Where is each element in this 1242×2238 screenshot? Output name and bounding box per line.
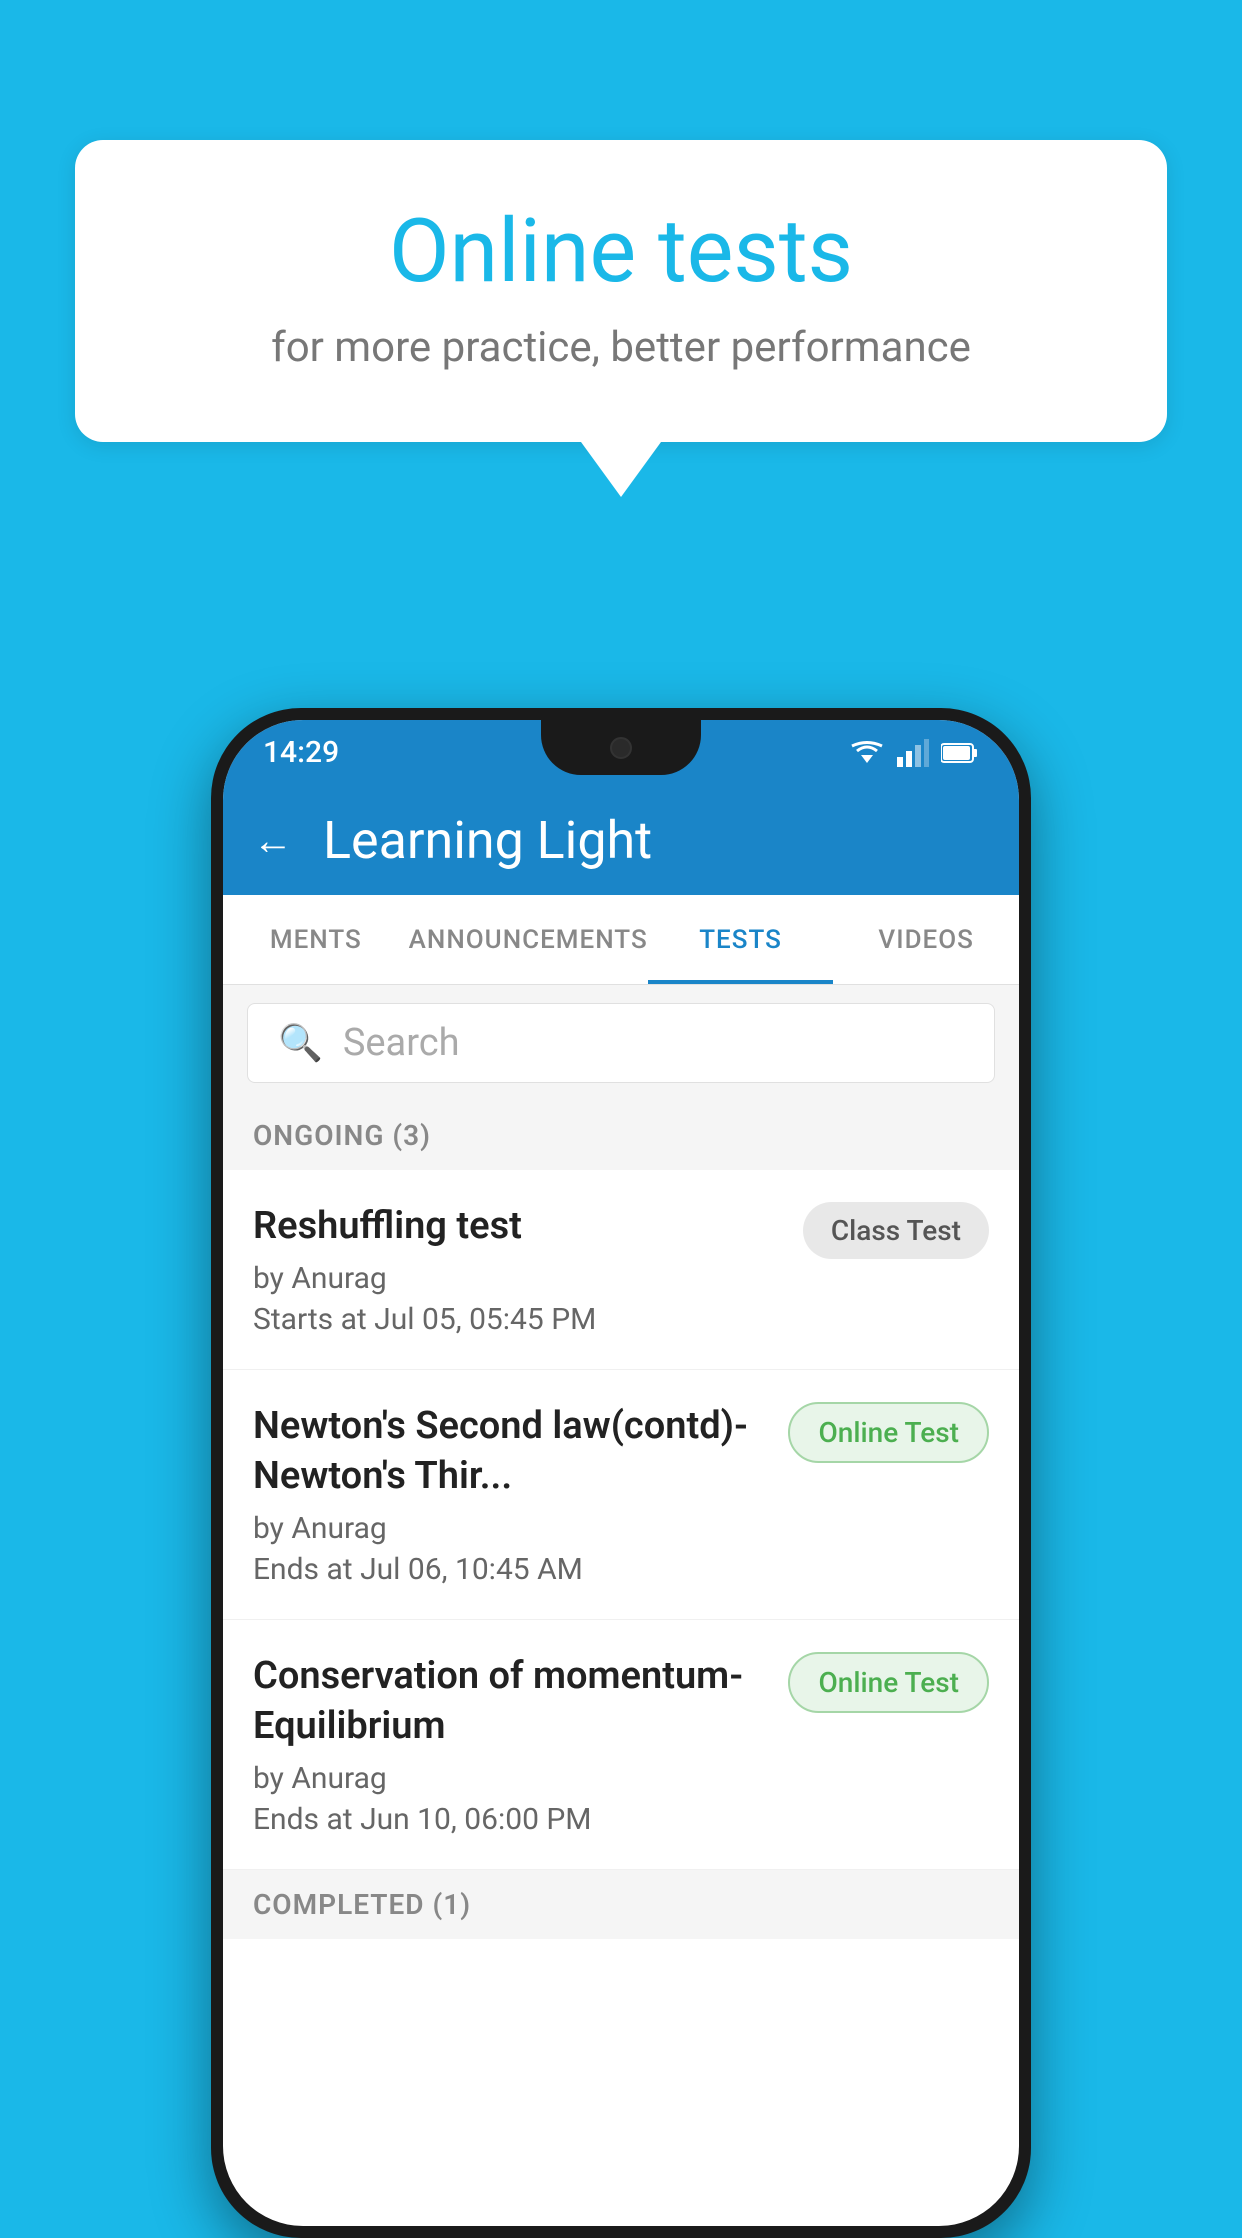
tabs-bar: MENTS ANNOUNCEMENTS TESTS VIDEOS [223, 895, 1019, 985]
speech-bubble: Online tests for more practice, better p… [75, 140, 1167, 442]
wifi-icon [849, 739, 885, 767]
status-time: 14:29 [263, 735, 339, 770]
test-time: Starts at Jul 05, 05:45 PM [253, 1302, 783, 1337]
status-bar: 14:29 [223, 720, 1019, 785]
search-placeholder: Search [343, 1021, 460, 1065]
phone-inner: 14:29 [223, 720, 1019, 2226]
test-item-left: Conservation of momentum-Equilibrium by … [253, 1652, 788, 1837]
tab-announcements[interactable]: ANNOUNCEMENTS [409, 895, 648, 984]
test-item[interactable]: Newton's Second law(contd)-Newton's Thir… [223, 1370, 1019, 1620]
search-container: 🔍 Search [223, 985, 1019, 1101]
tab-ments[interactable]: MENTS [223, 895, 409, 984]
test-item[interactable]: Reshuffling test by Anurag Starts at Jul… [223, 1170, 1019, 1370]
completed-section-label: COMPLETED (1) [223, 1870, 1019, 1939]
test-time: Ends at Jun 10, 06:00 PM [253, 1802, 768, 1837]
search-bar[interactable]: 🔍 Search [247, 1003, 995, 1083]
status-icons [849, 739, 979, 767]
test-item-left: Reshuffling test by Anurag Starts at Jul… [253, 1202, 803, 1337]
test-author: by Anurag [253, 1261, 783, 1296]
tab-videos[interactable]: VIDEOS [833, 895, 1019, 984]
test-badge-class: Class Test [803, 1202, 989, 1259]
signal-icon [897, 739, 929, 767]
search-icon: 🔍 [278, 1022, 323, 1064]
back-button[interactable]: ← [253, 817, 293, 864]
app-bar: ← Learning Light [223, 785, 1019, 895]
test-badge-online: Online Test [788, 1402, 989, 1463]
battery-icon [941, 742, 979, 764]
test-author: by Anurag [253, 1761, 768, 1796]
bubble-title: Online tests [155, 200, 1087, 303]
test-badge-online: Online Test [788, 1652, 989, 1713]
test-title: Reshuffling test [253, 1202, 783, 1251]
test-item-left: Newton's Second law(contd)-Newton's Thir… [253, 1402, 788, 1587]
test-title: Conservation of momentum-Equilibrium [253, 1652, 768, 1751]
test-time: Ends at Jul 06, 10:45 AM [253, 1552, 768, 1587]
tab-tests[interactable]: TESTS [648, 895, 834, 984]
bubble-tail [581, 442, 661, 497]
phone-frame: 14:29 [211, 708, 1031, 2238]
notch [541, 720, 701, 775]
test-title: Newton's Second law(contd)-Newton's Thir… [253, 1402, 768, 1501]
test-author: by Anurag [253, 1511, 768, 1546]
test-list: Reshuffling test by Anurag Starts at Jul… [223, 1170, 1019, 1870]
app-bar-title: Learning Light [323, 810, 652, 871]
ongoing-section-label: ONGOING (3) [223, 1101, 1019, 1170]
bubble-subtitle: for more practice, better performance [155, 323, 1087, 372]
test-item[interactable]: Conservation of momentum-Equilibrium by … [223, 1620, 1019, 1870]
camera [610, 737, 632, 759]
speech-bubble-container: Online tests for more practice, better p… [75, 140, 1167, 497]
